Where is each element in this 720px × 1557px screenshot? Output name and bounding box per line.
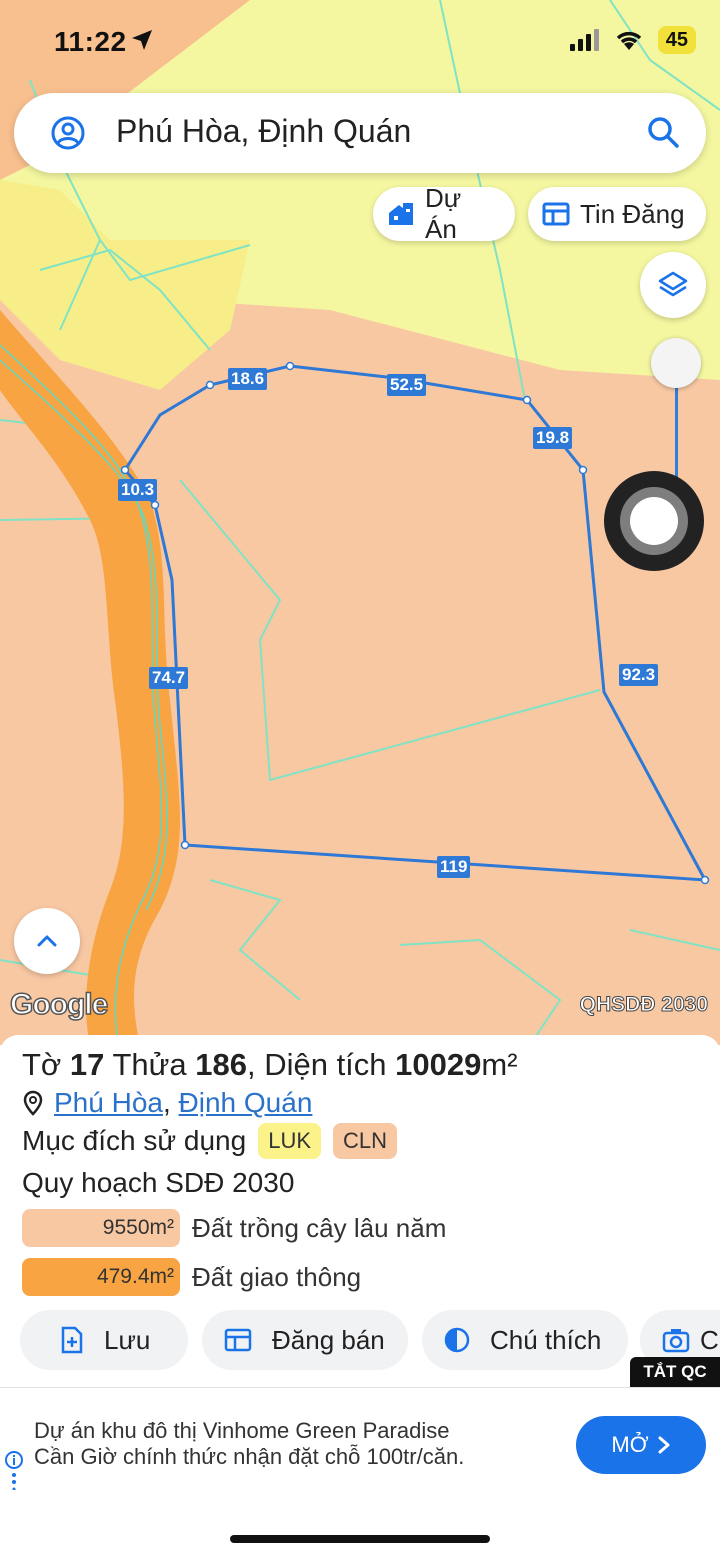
layers-button[interactable] bbox=[640, 252, 706, 318]
plan-item-label: Đất trồng cây lâu năm bbox=[192, 1212, 447, 1243]
layers-icon bbox=[658, 271, 688, 297]
contrast-icon bbox=[444, 1327, 470, 1353]
parcel-location: Phú Hòa, Định Quán bbox=[22, 1087, 312, 1119]
ad-text: Dự án khu đô thị Vinhome Green Paradise … bbox=[34, 1418, 464, 1470]
save-button[interactable]: Lưu bbox=[20, 1310, 188, 1370]
ad-line-1: Dự án khu đô thị Vinhome Green Paradise bbox=[34, 1418, 450, 1443]
edge-length-label: 119 bbox=[437, 856, 471, 878]
app-screen: 18.6 52.5 19.8 10.3 74.7 92.3 119 11:22 bbox=[0, 0, 720, 1557]
account-icon[interactable] bbox=[50, 115, 86, 151]
save-icon bbox=[60, 1326, 84, 1354]
purpose-tag[interactable]: LUK bbox=[258, 1123, 321, 1159]
google-logo: Google bbox=[9, 987, 109, 1022]
edge-length-label: 74.7 bbox=[149, 667, 189, 689]
map-dial-control[interactable] bbox=[604, 471, 704, 571]
ad-banner[interactable]: Dự án khu đô thị Vinhome Green Paradise … bbox=[0, 1387, 720, 1499]
plan-item-row: 9550m² Đất trồng cây lâu năm bbox=[22, 1209, 446, 1247]
chevron-up-icon bbox=[37, 935, 57, 947]
status-indicators: 45 bbox=[569, 26, 696, 54]
ad-open-button[interactable]: MỞ bbox=[576, 1416, 706, 1474]
purpose-tag[interactable]: CLN bbox=[333, 1123, 398, 1159]
edge-length-label: 52.5 bbox=[387, 374, 427, 396]
lot-number: 186 bbox=[195, 1047, 247, 1082]
ward-link[interactable]: Phú Hòa bbox=[54, 1087, 163, 1119]
parcel-area: 10029 bbox=[395, 1047, 482, 1082]
wifi-icon bbox=[616, 31, 641, 50]
signal-icon bbox=[569, 29, 599, 51]
listings-chip[interactable]: Tin Đăng bbox=[528, 187, 706, 241]
purpose-label: Mục đích sử dụng bbox=[22, 1125, 247, 1156]
plan-item-label: Đất giao thông bbox=[192, 1261, 362, 1292]
edge-length-label: 18.6 bbox=[228, 368, 268, 390]
edge-length-label: 19.8 bbox=[533, 427, 573, 449]
opacity-slider-knob[interactable] bbox=[651, 338, 701, 388]
plan-item-row: 479.4m² Đất giao thông bbox=[22, 1258, 361, 1296]
legend-button-label: Chú thích bbox=[490, 1324, 602, 1355]
post-sale-button[interactable]: Đăng bán bbox=[202, 1310, 408, 1370]
post-sale-button-label: Đăng bán bbox=[272, 1324, 385, 1355]
listings-chip-label: Tin Đăng bbox=[580, 198, 685, 229]
location-arrow-icon bbox=[132, 30, 152, 50]
chevron-right-icon bbox=[658, 1436, 670, 1454]
plan-item-area: 479.4m² bbox=[22, 1258, 180, 1296]
ad-open-label: MỞ bbox=[611, 1432, 649, 1457]
plan-layer-tag: QHSDĐ 2030 bbox=[579, 993, 708, 1017]
location-pin-icon bbox=[23, 1090, 43, 1116]
expand-panel-button[interactable] bbox=[14, 908, 80, 974]
battery-indicator: 45 bbox=[657, 26, 696, 54]
save-button-label: Lưu bbox=[104, 1324, 151, 1355]
ad-info-icon[interactable] bbox=[4, 1450, 24, 1490]
listing-icon bbox=[224, 1327, 252, 1353]
close-ad-button[interactable]: TẮT QC bbox=[630, 1357, 720, 1387]
listing-icon bbox=[542, 201, 570, 227]
map-view[interactable]: 18.6 52.5 19.8 10.3 74.7 92.3 119 11:22 bbox=[0, 0, 720, 1045]
status-bar: 11:22 45 bbox=[0, 0, 720, 84]
ad-line-2: Cần Giờ chính thức nhận đặt chỗ 100tr/că… bbox=[34, 1444, 465, 1469]
projects-chip-label: Dự Án bbox=[425, 183, 462, 244]
camera-button-label: C bbox=[700, 1324, 719, 1355]
home-indicator[interactable] bbox=[230, 1535, 490, 1543]
district-link[interactable]: Định Quán bbox=[179, 1087, 313, 1119]
parcel-info-panel: Tờ 17 Thửa 186, Diện tích 10029m² Phú Hò… bbox=[0, 1035, 720, 1387]
search-icon[interactable] bbox=[646, 115, 680, 149]
area-unit: m² bbox=[481, 1047, 518, 1082]
sheet-number: 17 bbox=[69, 1047, 105, 1082]
parcel-title: Tờ 17 Thửa 186, Diện tích 10029m² bbox=[22, 1047, 518, 1082]
edge-length-label: 10.3 bbox=[118, 479, 158, 501]
plan-item-area: 9550m² bbox=[22, 1209, 180, 1247]
search-bar[interactable]: Phú Hòa, Định Quán bbox=[14, 93, 706, 173]
search-input[interactable]: Phú Hòa, Định Quán bbox=[116, 113, 411, 150]
edge-length-label: 92.3 bbox=[619, 664, 659, 686]
legend-button[interactable]: Chú thích bbox=[422, 1310, 628, 1370]
projects-chip[interactable]: Dự Án bbox=[373, 183, 515, 244]
home-bar-area bbox=[0, 1499, 720, 1557]
status-time: 11:22 bbox=[54, 26, 127, 57]
land-purpose-row: Mục đích sử dụng LUK CLN bbox=[22, 1123, 398, 1159]
camera-icon bbox=[662, 1327, 690, 1353]
plan-title: Quy hoạch SDĐ 2030 bbox=[22, 1167, 295, 1198]
building-icon bbox=[387, 201, 415, 227]
